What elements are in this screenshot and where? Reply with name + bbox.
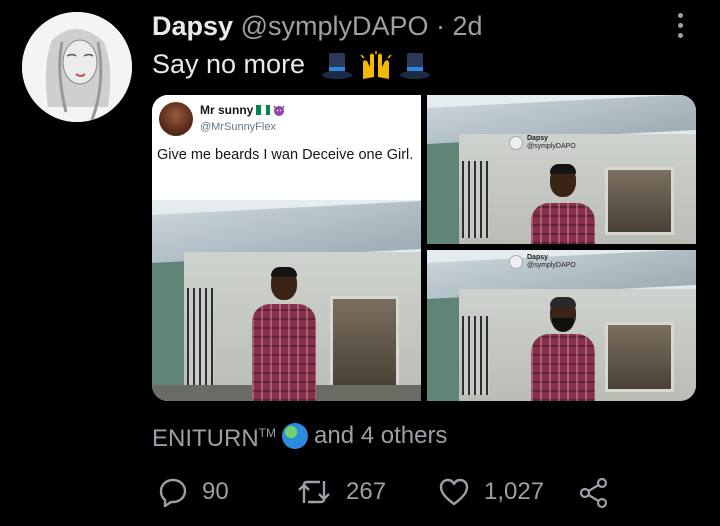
- media-image-2[interactable]: Dapsy @symplyDAPO: [427, 95, 696, 244]
- author-handle[interactable]: @symplyDAPO: [241, 11, 429, 41]
- share-button[interactable]: [578, 477, 610, 509]
- photo-edited-1: Dapsy @symplyDAPO: [427, 95, 696, 244]
- watermark-avatar: [509, 136, 523, 150]
- globe-icon: [282, 423, 308, 449]
- tweet-text-content: Say no more: [152, 49, 306, 79]
- trademark: TM: [258, 426, 276, 440]
- watermark: Dapsy @symplyDAPO: [509, 254, 576, 270]
- like-count: 1,027: [484, 478, 545, 505]
- author-name[interactable]: Dapsy: [152, 11, 233, 41]
- watermark-handle: @symplyDAPO: [527, 143, 576, 150]
- meta-separator: ·: [436, 11, 446, 41]
- raising-hands-icon: [360, 50, 392, 79]
- reply-button[interactable]: 90: [158, 477, 229, 507]
- tweet-text: Say no more: [152, 46, 431, 82]
- watermark: Dapsy @symplyDAPO: [509, 135, 576, 151]
- top-hat-icon: [399, 52, 430, 79]
- media-image-3[interactable]: Dapsy @symplyDAPO: [427, 250, 696, 401]
- photo-original: [152, 200, 421, 401]
- watermark-avatar: [509, 255, 523, 269]
- reply-count: 90: [202, 478, 229, 505]
- person-figure: [244, 200, 324, 401]
- liked-by-row[interactable]: ENITURNTM and 4 others: [152, 418, 447, 454]
- media-grid: Mr sunny @MrSunnyFlex Give me beards I w…: [152, 95, 696, 401]
- heart-icon: [439, 478, 469, 506]
- quoted-tweet-screenshot: Mr sunny @MrSunnyFlex Give me beards I w…: [152, 95, 421, 200]
- purple-devil-icon: [273, 105, 285, 116]
- person-figure-bearded: [523, 250, 603, 401]
- quoted-name-row: Mr sunny: [200, 103, 285, 117]
- watermark-handle: @symplyDAPO: [527, 262, 576, 269]
- reply-icon: [159, 478, 187, 507]
- action-bar: 90 267 1,027: [0, 477, 720, 513]
- quoted-avatar: [159, 102, 193, 136]
- retweet-count: 267: [346, 478, 387, 505]
- more-options-icon[interactable]: [670, 10, 690, 40]
- tweet-time[interactable]: 2d: [453, 11, 483, 41]
- watermark-name: Dapsy: [527, 254, 549, 261]
- quoted-handle: @MrSunnyFlex: [200, 121, 276, 133]
- retweet-button[interactable]: 267: [296, 477, 386, 507]
- liker-name[interactable]: ENITURN: [152, 425, 259, 452]
- tweet-header: Dapsy @symplyDAPO · 2d: [152, 8, 483, 44]
- top-hat-icon: [321, 52, 352, 79]
- photo-edited-2: Dapsy @symplyDAPO: [427, 250, 696, 401]
- emoji-row: [321, 50, 431, 81]
- retweet-icon: [298, 480, 330, 504]
- like-button[interactable]: 1,027: [438, 477, 544, 507]
- quoted-name: Mr sunny: [200, 103, 254, 117]
- share-icon: [579, 477, 608, 509]
- watermark-name: Dapsy: [527, 135, 549, 142]
- nigeria-flag-icon: [256, 105, 271, 115]
- avatar-sketch: [22, 12, 132, 122]
- person-figure: [523, 95, 603, 244]
- quoted-text: Give me beards I wan Deceive one Girl.: [157, 147, 414, 163]
- author-avatar[interactable]: [22, 12, 132, 122]
- media-image-1[interactable]: Mr sunny @MrSunnyFlex Give me beards I w…: [152, 95, 421, 401]
- liker-others[interactable]: and 4 others: [314, 421, 447, 451]
